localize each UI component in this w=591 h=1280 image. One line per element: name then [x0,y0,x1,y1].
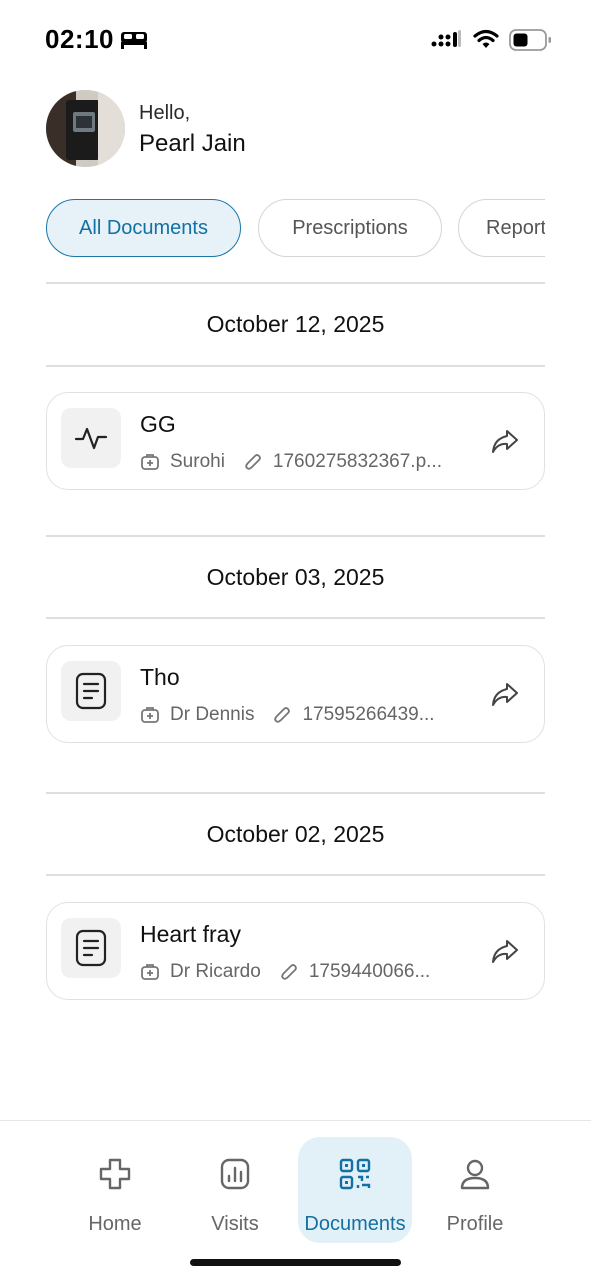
divider [46,535,545,537]
nav-label: Visits [211,1213,259,1235]
nav-documents[interactable]: Documents [298,1137,412,1243]
nav-home[interactable]: Home [58,1137,172,1243]
share-icon[interactable] [490,426,520,456]
file-name: 1759440066... [308,961,431,982]
divider [46,282,545,284]
document-meta: Dr Ricardo 1759440066... [140,961,430,983]
date-heading: October 03, 2025 [206,564,385,590]
sleep-mode-icon [121,32,147,49]
share-icon[interactable] [490,936,520,966]
greeting-text: Hello, [139,102,191,124]
nav-label: Home [88,1213,142,1235]
hospital-icon [141,454,159,470]
tab-all-documents[interactable]: All Documents [46,199,241,257]
date-heading: October 02, 2025 [206,821,385,847]
qr-code-icon [339,1158,371,1190]
divider [46,365,545,367]
doctor-name: Surohi [170,451,225,472]
avatar-photo-icon [46,90,125,167]
status-time: 02:10 [45,24,114,54]
document-card[interactable]: Tho Dr Dennis 17595266439... [46,645,545,743]
nav-profile[interactable]: Profile [418,1137,532,1243]
document-filter-tabs: All Documents Prescriptions Reports [46,199,545,257]
document-title: Heart fray [140,921,241,947]
chart-report-icon [220,1158,250,1190]
bottom-navigation: Home Visits Documents Profile [0,1120,591,1280]
document-icon [61,661,121,721]
avatar[interactable] [46,90,125,167]
user-name: Pearl Jain [139,130,246,157]
hospital-icon [141,964,159,980]
document-card[interactable]: Heart fray Dr Ricardo 1759440066... [46,902,545,1000]
document-card[interactable]: GG Surohi 1760275832367.p... [46,392,545,490]
tab-prescriptions[interactable]: Prescriptions [258,199,442,257]
doctor-name: Dr Dennis [170,704,255,725]
hospital-icon [141,707,159,723]
tab-reports[interactable]: Reports [458,199,545,257]
document-title: GG [140,411,176,437]
document-icon [61,918,121,978]
user-icon [460,1159,490,1190]
date-heading: October 12, 2025 [206,311,385,337]
battery-icon [509,29,551,51]
file-name: 17595266439... [302,704,435,725]
nav-label: Documents [304,1213,406,1235]
share-icon[interactable] [490,679,520,709]
medical-cross-icon [99,1158,131,1190]
nav-label: Profile [446,1213,504,1235]
file-name: 1760275832367.p... [272,451,442,472]
document-title: Tho [140,664,180,690]
cellular-signal-icon [431,30,461,47]
divider [46,874,545,876]
status-bar: 02:10 [0,0,591,80]
document-meta: Dr Dennis 17595266439... [140,704,435,726]
activity-icon [61,408,121,468]
divider [46,792,545,794]
nav-visits[interactable]: Visits [178,1137,292,1243]
paperclip-icon [281,964,297,980]
paperclip-icon [274,707,291,723]
wifi-icon [473,29,499,48]
doctor-name: Dr Ricardo [170,961,261,982]
paperclip-icon [245,454,261,470]
document-meta: Surohi 1760275832367.p... [140,451,442,473]
home-indicator [190,1259,401,1266]
divider [46,617,545,619]
